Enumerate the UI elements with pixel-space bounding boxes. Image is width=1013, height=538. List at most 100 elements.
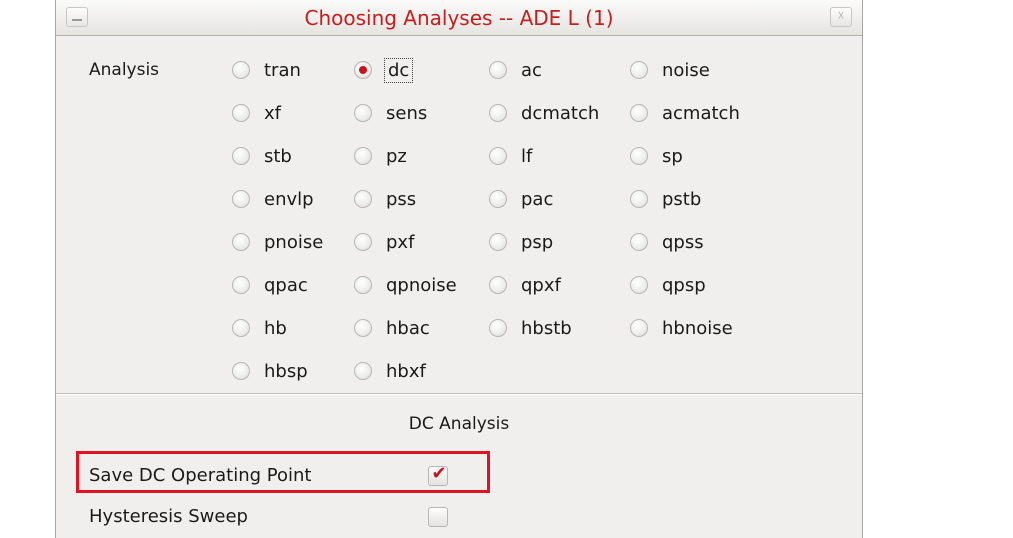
radio-button-icon[interactable] [630,104,648,122]
radio-dc[interactable]: dc [354,55,414,85]
radio-hbnoise[interactable]: hbnoise [630,313,733,343]
radio-pstb[interactable]: pstb [630,184,701,214]
radio-label: dcmatch [521,102,600,124]
radio-button-icon[interactable] [354,61,372,79]
title-bar[interactable]: Choosing Analyses -- ADE L (1) ☓ [56,0,862,36]
radio-ac[interactable]: ac [489,55,542,85]
radio-button-icon[interactable] [630,190,648,208]
radio-button-icon[interactable] [630,147,648,165]
radio-button-icon[interactable] [232,61,250,79]
radio-label: qpac [264,274,308,296]
radio-label: pz [386,145,407,167]
radio-label: sp [662,145,683,167]
radio-sp[interactable]: sp [630,141,683,171]
radio-button-icon[interactable] [630,276,648,294]
radio-label: ac [521,59,542,81]
radio-label: envlp [264,188,314,210]
radio-hbsp[interactable]: hbsp [232,356,308,386]
radio-label: hb [264,317,287,339]
radio-dcmatch[interactable]: dcmatch [489,98,599,128]
radio-hb[interactable]: hb [232,313,287,343]
radio-button-icon[interactable] [354,190,372,208]
radio-button-icon[interactable] [232,362,250,380]
radio-button-icon[interactable] [232,147,250,165]
radio-button-icon[interactable] [232,233,250,251]
radio-noise[interactable]: noise [630,55,710,85]
radio-label: stb [264,145,292,167]
radio-xf[interactable]: xf [232,98,281,128]
hysteresis-sweep-label: Hysteresis Sweep [89,506,248,527]
radio-tran[interactable]: tran [232,55,301,85]
radio-acmatch[interactable]: acmatch [630,98,740,128]
radio-label: pnoise [264,231,324,253]
radio-psp[interactable]: psp [489,227,553,257]
radio-button-icon[interactable] [489,147,507,165]
radio-label: lf [521,145,533,167]
radio-pz[interactable]: pz [354,141,407,171]
radio-hbstb[interactable]: hbstb [489,313,572,343]
radio-button-icon[interactable] [354,276,372,294]
radio-qpxf[interactable]: qpxf [489,270,561,300]
radio-lf[interactable]: lf [489,141,532,171]
hysteresis-sweep-row: Hysteresis Sweep [89,503,248,531]
radio-button-icon[interactable] [232,190,250,208]
radio-button-icon[interactable] [354,362,372,380]
radio-pss[interactable]: pss [354,184,416,214]
radio-label: qpss [662,231,704,253]
radio-label: acmatch [662,102,740,124]
radio-label: tran [264,59,301,81]
radio-label: hbnoise [662,317,733,339]
section-separator [56,393,862,395]
choosing-analyses-window: Choosing Analyses -- ADE L (1) ☓ Analysi… [55,0,863,538]
radio-button-icon[interactable] [354,319,372,337]
radio-label: hbsp [264,360,308,382]
radio-button-icon[interactable] [489,61,507,79]
radio-label: psp [521,231,554,253]
hysteresis-sweep-checkbox[interactable] [428,507,448,527]
radio-label: pxf [386,231,415,253]
radio-label: pstb [662,188,702,210]
radio-qpsp[interactable]: qpsp [630,270,706,300]
close-icon[interactable]: ☓ [830,7,852,27]
radio-sens[interactable]: sens [354,98,427,128]
radio-button-icon[interactable] [232,276,250,294]
radio-label: pac [521,188,554,210]
radio-button-icon[interactable] [354,104,372,122]
dc-analysis-title: DC Analysis [408,414,510,434]
radio-button-icon[interactable] [489,276,507,294]
radio-button-icon[interactable] [232,319,250,337]
radio-qpss[interactable]: qpss [630,227,704,257]
radio-pxf[interactable]: pxf [354,227,414,257]
radio-label: hbac [386,317,430,339]
radio-hbxf[interactable]: hbxf [354,356,426,386]
radio-button-icon[interactable] [354,147,372,165]
radio-button-icon[interactable] [232,104,250,122]
radio-label: pss [386,188,417,210]
radio-label: xf [264,102,281,124]
radio-pac[interactable]: pac [489,184,553,214]
radio-envlp[interactable]: envlp [232,184,314,214]
radio-qpac[interactable]: qpac [232,270,308,300]
radio-button-icon[interactable] [354,233,372,251]
radio-button-icon[interactable] [489,104,507,122]
analysis-label: Analysis [89,60,160,80]
window-title: Choosing Analyses -- ADE L (1) [304,6,614,30]
radio-button-icon[interactable] [489,319,507,337]
radio-label: qpnoise [386,274,457,296]
highlight-annotation [76,451,490,493]
radio-button-icon[interactable] [630,61,648,79]
radio-pnoise[interactable]: pnoise [232,227,323,257]
radio-button-icon[interactable] [630,233,648,251]
radio-qpnoise[interactable]: qpnoise [354,270,457,300]
radio-label: noise [662,59,710,81]
radio-label: qpsp [662,274,706,296]
radio-label: sens [386,102,428,124]
radio-button-icon[interactable] [489,233,507,251]
radio-label: qpxf [521,274,561,296]
radio-button-icon[interactable] [630,319,648,337]
radio-button-icon[interactable] [489,190,507,208]
radio-label: hbxf [386,360,426,382]
radio-hbac[interactable]: hbac [354,313,430,343]
radio-label: dc [383,57,414,83]
radio-stb[interactable]: stb [232,141,292,171]
